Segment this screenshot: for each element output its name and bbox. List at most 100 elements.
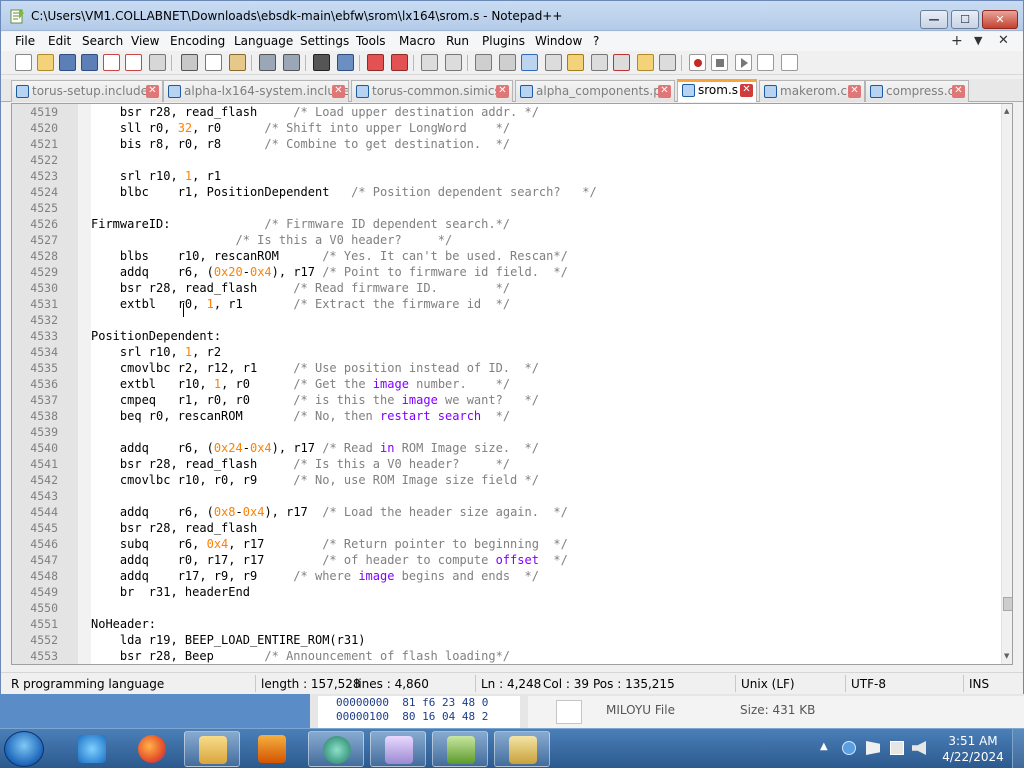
network-app-icon[interactable] (842, 741, 856, 755)
code-line[interactable]: 4546 subq r6, 0x4, r17 /* Return pointer… (30, 536, 1012, 552)
undo-icon[interactable] (259, 54, 276, 71)
code-line[interactable]: 4545 bsr r28, read_flash (30, 520, 1012, 536)
document-map-icon[interactable] (567, 54, 584, 71)
menu-file[interactable]: File (15, 34, 35, 48)
new-file-icon[interactable] (15, 54, 32, 71)
status-eol[interactable]: Unix (LF) (741, 677, 795, 691)
code-line[interactable]: 4534 srl r10, 1, r2 (30, 344, 1012, 360)
cut-icon[interactable] (181, 54, 198, 71)
code-line[interactable]: 4551 NoHeader: (30, 616, 1012, 632)
code-line[interactable]: 4535 cmovlbc r2, r12, r1 /* Use position… (30, 360, 1012, 376)
function-list-icon[interactable] (591, 54, 608, 71)
taskbar-notepadpp[interactable] (432, 731, 488, 767)
code-line[interactable]: 4543 (30, 488, 1012, 504)
scroll-down-icon[interactable]: ▼ (1004, 652, 1009, 660)
code-line[interactable]: 4530 bsr r28, read_flash /* Read firmwar… (30, 280, 1012, 296)
code-editor[interactable]: 4519 bsr r28, read_flash /* Load upper d… (11, 103, 1013, 665)
menu-search[interactable]: Search (82, 34, 123, 48)
tab-close-icon[interactable]: ✕ (848, 85, 861, 98)
fold-margin[interactable] (78, 104, 91, 664)
tab-close-icon[interactable]: ✕ (146, 85, 159, 98)
stop-macro-icon[interactable] (711, 54, 728, 71)
volume-icon[interactable] (912, 741, 926, 755)
code-line[interactable]: 4533 PositionDependent: (30, 328, 1012, 344)
run-macro-multiple-icon[interactable] (757, 54, 774, 71)
code-line[interactable]: 4531 extbl r0, 1, r1 /* Extract the firm… (30, 296, 1012, 312)
code-line[interactable]: 4519 bsr r28, read_flash /* Load upper d… (30, 104, 1012, 120)
folder-icon[interactable] (637, 54, 654, 71)
maximize-button[interactable]: ☐ (951, 10, 979, 29)
code-line[interactable]: 4537 cmpeq r1, r0, r0 /* is this the ima… (30, 392, 1012, 408)
monitoring-icon[interactable] (659, 54, 676, 71)
taskbar-ie[interactable] (64, 731, 120, 767)
code-line[interactable]: 4544 addq r6, (0x8-0x4), r17 /* Load the… (30, 504, 1012, 520)
taskbar-media-player[interactable] (244, 731, 300, 767)
menu-encoding[interactable]: Encoding (170, 34, 225, 48)
chevron-down-icon[interactable]: ▼ (974, 34, 982, 47)
menu-edit[interactable]: Edit (48, 34, 71, 48)
word-wrap-icon[interactable] (475, 54, 492, 71)
show-desktop-button[interactable] (1012, 729, 1024, 768)
code-line[interactable]: 4521 bis r8, r0, r8 /* Combine to get de… (30, 136, 1012, 152)
code-line[interactable]: 4540 addq r6, (0x24-0x4), r17 /* Read in… (30, 440, 1012, 456)
code-line[interactable]: 4527 /* Is this a V0 header? */ (30, 232, 1012, 248)
save-icon[interactable] (59, 54, 76, 71)
menu-plugins[interactable]: Plugins (482, 34, 525, 48)
tab-close-icon[interactable]: ✕ (496, 85, 509, 98)
close-file-icon[interactable] (103, 54, 120, 71)
taskbar-app-teal[interactable] (308, 731, 364, 767)
copy-icon[interactable] (205, 54, 222, 71)
tab-close-icon[interactable]: ✕ (952, 85, 965, 98)
tab-torus-common[interactable]: torus-common.simics ✕ (351, 80, 513, 102)
tab-srom-s[interactable]: srom.s ✕ (677, 79, 757, 102)
menu-help[interactable]: ? (593, 34, 599, 48)
code-area[interactable]: 4519 bsr r28, read_flash /* Load upper d… (30, 104, 1001, 664)
code-line[interactable]: 4520 sll r0, 32, r0 /* Shift into upper … (30, 120, 1012, 136)
show-all-chars-icon[interactable] (499, 54, 516, 71)
menu-window[interactable]: Window (535, 34, 582, 48)
clock-date[interactable]: 4/22/2024 (940, 750, 1006, 764)
plus-icon[interactable]: + (951, 33, 963, 49)
menu-language[interactable]: Language (234, 34, 293, 48)
sync-horizontal-icon[interactable] (445, 54, 462, 71)
code-line[interactable]: 4523 srl r10, 1, r1 (30, 168, 1012, 184)
close-button[interactable]: ✕ (982, 10, 1018, 29)
code-line[interactable]: 4548 addq r17, r9, r9 /* where image beg… (30, 568, 1012, 584)
tab-alpha-components[interactable]: alpha_components.py ✕ (515, 80, 675, 102)
tab-compress-c[interactable]: compress.c ✕ (865, 80, 969, 102)
find-icon[interactable] (313, 54, 330, 71)
menu-run[interactable]: Run (446, 34, 469, 48)
status-insert-mode[interactable]: INS (969, 677, 989, 691)
zoom-in-icon[interactable] (367, 54, 384, 71)
tab-torus-setup[interactable]: torus-setup.include ✕ (11, 80, 163, 102)
tab-close-icon[interactable]: ✕ (332, 85, 345, 98)
code-line[interactable]: 4529 addq r6, (0x20-0x4), r17 /* Point t… (30, 264, 1012, 280)
code-line[interactable]: 4536 extbl r10, 1, r0 /* Get the image n… (30, 376, 1012, 392)
menu-macro[interactable]: Macro (399, 34, 435, 48)
tab-makerom-c[interactable]: makerom.c ✕ (759, 80, 865, 102)
code-line[interactable]: 4525 (30, 200, 1012, 216)
code-line[interactable]: 4553 bsr r28, Beep /* Announcement of fl… (30, 648, 1012, 664)
code-line[interactable]: 4552 lda r19, BEEP_LOAD_ENTIRE_ROM(r31) (30, 632, 1012, 648)
code-line[interactable]: 4526 FirmwareID: /* Firmware ID dependent… (30, 216, 1012, 232)
taskbar-app-curve[interactable] (370, 731, 426, 767)
title-bar[interactable]: C:\Users\VM1.COLLABNET\Downloads\ebsdk-m… (1, 1, 1023, 31)
tab-close-icon[interactable]: ✕ (740, 84, 753, 97)
start-button-icon[interactable] (4, 731, 44, 767)
sync-vertical-icon[interactable] (421, 54, 438, 71)
taskbar-explorer[interactable] (184, 731, 240, 767)
print-icon[interactable] (149, 54, 166, 71)
code-line[interactable]: 4528 blbs r10, rescanROM /* Yes. It can'… (30, 248, 1012, 264)
background-window[interactable]: 00000000 81 f6 23 48 0 00000100 80 16 04 … (310, 694, 1024, 728)
open-file-icon[interactable] (37, 54, 54, 71)
language-udl-icon[interactable] (545, 54, 562, 71)
redo-icon[interactable] (283, 54, 300, 71)
record-macro-icon[interactable] (689, 54, 706, 71)
close-all-icon[interactable] (125, 54, 142, 71)
code-line[interactable]: 4547 addq r0, r17, r17 /* of header to c… (30, 552, 1012, 568)
zoom-out-icon[interactable] (391, 54, 408, 71)
paste-icon[interactable] (229, 54, 246, 71)
status-encoding[interactable]: UTF-8 (851, 677, 886, 691)
folder-workspace-icon[interactable] (613, 54, 630, 71)
menu-tools[interactable]: Tools (356, 34, 386, 48)
